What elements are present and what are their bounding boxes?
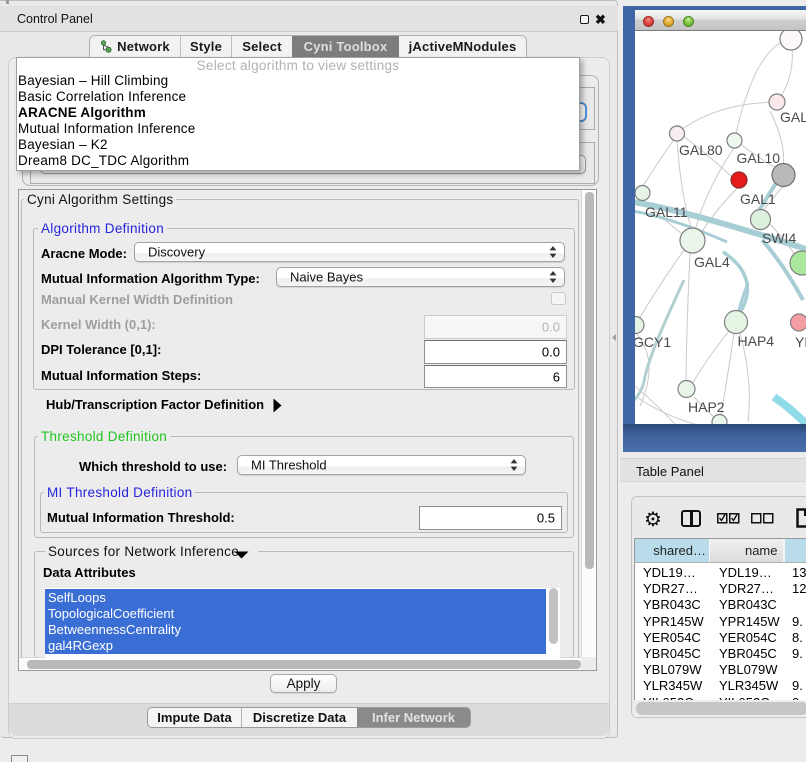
svg-text:YE: YE xyxy=(795,334,806,350)
svg-text:GAL1: GAL1 xyxy=(740,191,776,207)
svg-text:HAP2: HAP2 xyxy=(688,399,725,415)
svg-text:GAL10: GAL10 xyxy=(737,150,781,166)
svg-text:HAP4: HAP4 xyxy=(738,333,775,349)
svg-text:GAL80: GAL80 xyxy=(679,142,723,158)
svg-text:SWI4: SWI4 xyxy=(762,230,796,246)
svg-text:GAL11: GAL11 xyxy=(645,204,688,220)
svg-text:GCY1: GCY1 xyxy=(635,334,671,350)
svg-text:GAL4: GAL4 xyxy=(694,254,730,270)
svg-text:GAL2: GAL2 xyxy=(780,109,806,125)
